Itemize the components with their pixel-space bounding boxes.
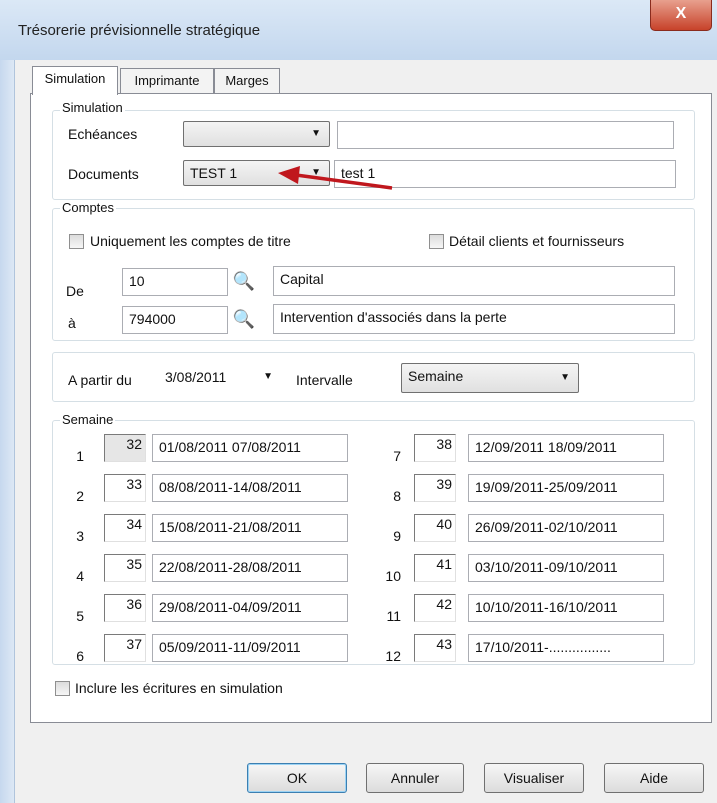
documents-value: TEST 1 xyxy=(190,165,238,181)
week-number-input[interactable]: 32 xyxy=(104,434,146,462)
simulation-legend: Simulation xyxy=(60,100,125,115)
echeances-text[interactable] xyxy=(337,121,674,149)
include-simulation-checkbox[interactable] xyxy=(55,681,70,696)
week-number-input[interactable]: 40 xyxy=(414,514,456,542)
week-number-input[interactable]: 41 xyxy=(414,554,456,582)
week-number-input[interactable]: 37 xyxy=(104,634,146,662)
from-date-value: 3/08/2011 xyxy=(165,369,227,385)
echeances-label: Echéances xyxy=(68,126,138,142)
to-label: à xyxy=(68,315,76,331)
week-row-index: 2 xyxy=(76,488,84,504)
week-date-range[interactable]: 01/08/2011 07/08/2011 xyxy=(152,434,348,462)
interval-value: Semaine xyxy=(408,368,464,384)
week-row-index: 6 xyxy=(76,648,84,664)
red-arrow-annotation xyxy=(278,166,393,190)
comptes-legend: Comptes xyxy=(60,200,117,215)
from-date-picker[interactable]: 3/08/2011 ▼ xyxy=(155,363,281,393)
week-row-index: 7 xyxy=(393,448,401,464)
week-number-input[interactable]: 38 xyxy=(414,434,456,462)
cancel-button[interactable]: Annuler xyxy=(366,763,464,793)
week-date-range[interactable]: 12/09/2011 18/09/2011 xyxy=(468,434,664,462)
detail-checkbox[interactable] xyxy=(429,234,444,249)
week-date-range[interactable]: 26/09/2011-02/10/2011 xyxy=(468,514,664,542)
week-row-index: 8 xyxy=(393,488,401,504)
help-button[interactable]: Aide xyxy=(604,763,704,793)
week-number-input[interactable]: 36 xyxy=(104,594,146,622)
week-row-index: 3 xyxy=(76,528,84,544)
only-title-accounts-label: Uniquement les comptes de titre xyxy=(90,233,291,249)
week-row-index: 12 xyxy=(385,648,401,664)
week-number-input[interactable]: 35 xyxy=(104,554,146,582)
tab-imprimante[interactable]: Imprimante xyxy=(120,68,214,93)
search-icon[interactable]: 🔍 xyxy=(229,268,259,296)
documents-label: Documents xyxy=(68,166,139,182)
window-title: Trésorerie prévisionnelle stratégique xyxy=(18,22,261,39)
week-row-index: 10 xyxy=(385,568,401,584)
week-number-input[interactable]: 43 xyxy=(414,634,456,662)
interval-label: Intervalle xyxy=(296,372,353,388)
week-number-input[interactable]: 34 xyxy=(104,514,146,542)
week-date-range[interactable]: 08/08/2011-14/08/2011 xyxy=(152,474,348,502)
week-date-range[interactable]: 17/10/2011-................ xyxy=(468,634,664,662)
search-icon[interactable]: 🔍 xyxy=(229,306,259,334)
week-row-index: 4 xyxy=(76,568,84,584)
semaine-legend: Semaine xyxy=(60,412,116,427)
week-row-index: 9 xyxy=(393,528,401,544)
week-date-range[interactable]: 22/08/2011-28/08/2011 xyxy=(152,554,348,582)
chevron-down-icon: ▼ xyxy=(263,371,273,382)
from-name-field[interactable]: Capital xyxy=(273,266,675,296)
view-button[interactable]: Visualiser xyxy=(484,763,584,793)
to-name-field[interactable]: Intervention d'associés dans la perte xyxy=(273,304,675,334)
chevron-down-icon: ▼ xyxy=(311,128,321,139)
period-group xyxy=(52,352,695,402)
week-date-range[interactable]: 19/09/2011-25/09/2011 xyxy=(468,474,664,502)
ok-button[interactable]: OK xyxy=(247,763,347,793)
week-row-index: 5 xyxy=(76,608,84,624)
week-date-range[interactable]: 10/10/2011-16/10/2011 xyxy=(468,594,664,622)
echeances-select[interactable]: ▼ xyxy=(183,121,330,147)
window-left-frame xyxy=(0,60,15,803)
from-date-label: A partir du xyxy=(68,372,132,388)
to-account-input[interactable]: 794000 xyxy=(122,306,228,334)
week-date-range[interactable]: 29/08/2011-04/09/2011 xyxy=(152,594,348,622)
week-number-input[interactable]: 42 xyxy=(414,594,456,622)
chevron-down-icon: ▼ xyxy=(560,372,570,383)
week-date-range[interactable]: 05/09/2011-11/09/2011 xyxy=(152,634,348,662)
detail-label: Détail clients et fournisseurs xyxy=(449,233,625,249)
week-date-range[interactable]: 15/08/2011-21/08/2011 xyxy=(152,514,348,542)
week-row-index: 11 xyxy=(386,608,401,624)
tab-marges[interactable]: Marges xyxy=(214,68,280,93)
week-date-range[interactable]: 03/10/2011-09/10/2011 xyxy=(468,554,664,582)
from-account-input[interactable]: 10 xyxy=(122,268,228,296)
include-simulation-label: Inclure les écritures en simulation xyxy=(75,680,283,696)
only-title-accounts-checkbox[interactable] xyxy=(69,234,84,249)
interval-select[interactable]: Semaine ▼ xyxy=(401,363,579,393)
week-row-index: 1 xyxy=(76,448,84,464)
close-button[interactable]: X xyxy=(650,0,712,31)
week-number-input[interactable]: 33 xyxy=(104,474,146,502)
from-label: De xyxy=(66,283,84,299)
tab-simulation[interactable]: Simulation xyxy=(32,66,118,95)
week-number-input[interactable]: 39 xyxy=(414,474,456,502)
